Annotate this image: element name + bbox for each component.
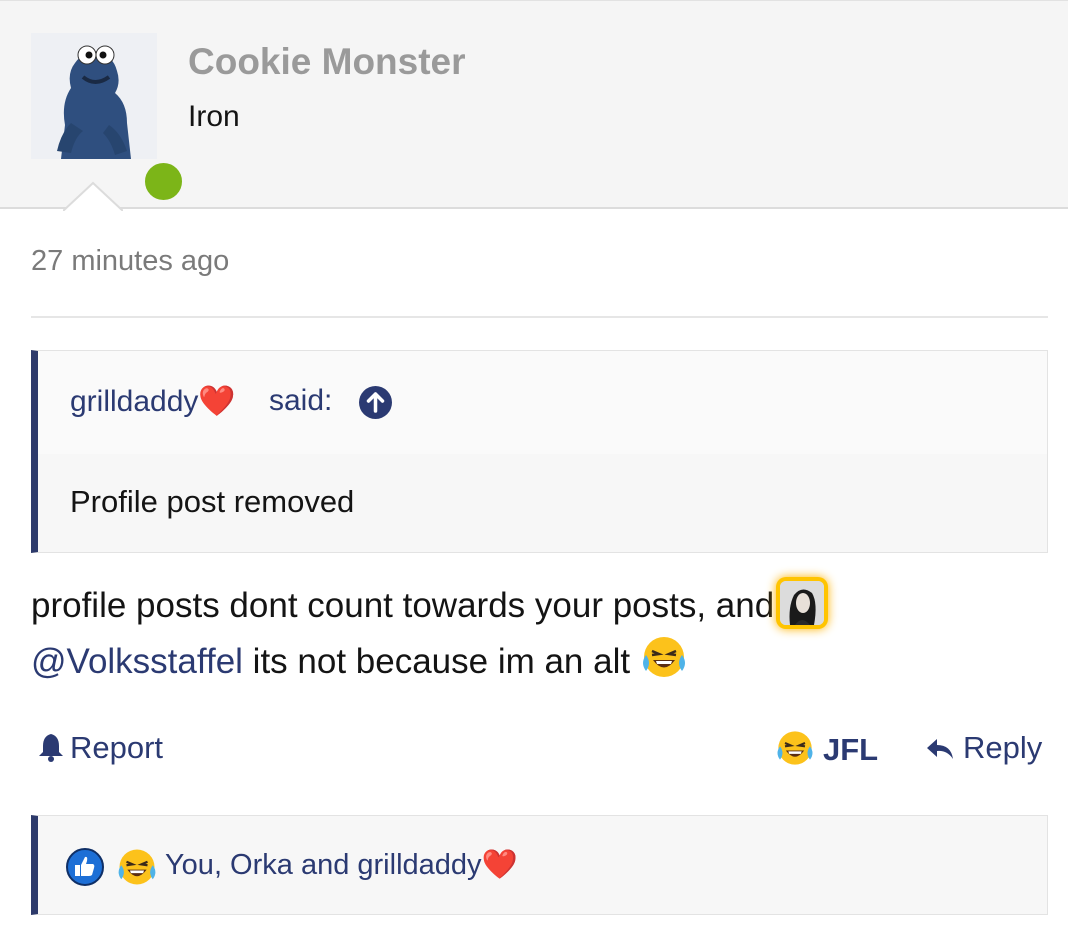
reactions-bar[interactable]: You, Orka and grilldaddy❤️ [31,815,1048,915]
reaction-label: JFL [823,732,879,767]
online-status-icon [140,158,187,205]
arrow-up-circle-icon[interactable] [359,386,392,419]
reply-label: Reply [963,730,1043,765]
post-timestamp[interactable]: 27 minutes ago [31,245,229,278]
user-header: Cookie Monster Iron [0,0,1068,213]
message-text-after: its not because im an alt [242,642,631,681]
cookie-monster-avatar-icon [31,33,157,159]
reply-arrow-icon [927,739,953,759]
quote-said-label: said: [269,384,333,417]
username[interactable]: Cookie Monster [188,41,466,83]
quote-author[interactable]: grilldaddy❤️ [70,384,236,419]
laughing-tears-emoji [642,637,685,677]
report-label: Report [70,730,164,765]
reactions-summary[interactable]: You, Orka and grilldaddy❤️ [165,848,518,882]
laughing-tears-emoji [118,849,156,885]
report-button[interactable]: Report [38,730,163,766]
quote-body: Profile post removed [70,484,355,519]
message-text-before: profile posts dont count towards your po… [31,586,775,625]
post-message: profile posts dont count towards your po… [31,578,1048,689]
user-title: Iron [188,100,240,133]
reply-button[interactable]: Reply [925,730,1042,766]
thumbs-up-icon [66,848,104,886]
reaction-button[interactable]: JFL [775,728,878,768]
quote-block: grilldaddy❤️ said: Profile post removed [31,350,1048,553]
user-avatar-icon[interactable] [780,581,825,625]
divider [31,316,1048,318]
header-pointer [63,181,123,213]
laughing-tears-emoji [777,731,813,765]
quote-author-name: grilldaddy [70,385,199,418]
avatar[interactable] [31,33,187,205]
portrait-icon [780,581,825,625]
mention-link[interactable]: @Volksstaffel [31,642,243,681]
heart-icon: ❤️ [198,385,236,418]
bell-icon [39,734,63,762]
